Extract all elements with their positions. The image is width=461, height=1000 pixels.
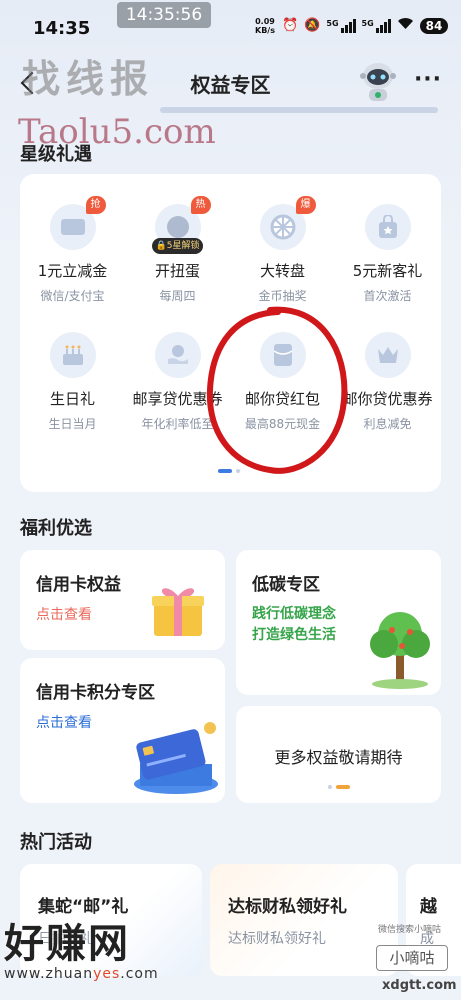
hot-badge: 热 [190, 196, 211, 214]
watermark-site: xdgtt.com [382, 978, 457, 993]
more-rights-card: 更多权益敬请期待 [236, 706, 441, 803]
credit-card-rights-card[interactable]: 信用卡权益 点击查看 [20, 550, 225, 650]
section-title-welfare: 福利优选 [20, 518, 92, 539]
alarm-icon: ⏰ [282, 18, 299, 33]
hot-activity-card-wealth[interactable]: 达标财私领好礼 达标财私领好礼 [210, 864, 398, 976]
gift-box-icon [152, 588, 204, 636]
robot-assistant-icon[interactable] [358, 60, 398, 104]
status-time: 14:35 [33, 18, 91, 39]
grid-item-wheel[interactable]: 爆 大转盘 金币抽奖 [230, 196, 335, 304]
grid-item-birthday-gift[interactable]: 生日礼 生日当月 [20, 332, 125, 432]
cake-icon [49, 332, 96, 378]
grab-badge: 抢 [85, 196, 106, 214]
watermark-bottom: 好赚网 www.zhuanyes.com [4, 921, 159, 982]
credit-card-points-card[interactable]: 信用卡积分专区 点击查看 [20, 658, 225, 803]
lock-icon: 🔒 [155, 241, 167, 251]
coupon-icon: 抢 [49, 196, 106, 250]
grid-item-youni-loan-coupon[interactable]: 邮你贷优惠券 利息减免 [335, 332, 440, 432]
view-link[interactable]: 点击查看 [36, 604, 92, 624]
watermark-small: 微信搜索小嘀咕 [378, 925, 442, 935]
grid-item-gacha[interactable]: 热 🔒5星解锁 开扭蛋 每周四 [125, 196, 230, 304]
watermark-taolu: Taolu5.com [18, 112, 216, 152]
bank-card-icon [134, 722, 218, 794]
lock-tag: 🔒5星解锁 [151, 238, 204, 254]
gacha-machine-icon: 热 🔒5星解锁 [151, 196, 211, 254]
section-title-hot: 热门活动 [20, 832, 92, 853]
gift-bag-icon [364, 204, 411, 250]
more-menu-button[interactable]: ··· [412, 68, 444, 96]
hand-coin-icon [154, 332, 201, 378]
watermark-top: 找线报 [22, 57, 155, 101]
recording-time-overlay: 14:35:56 [117, 2, 211, 28]
watermark-xiaodigu: 小嘀咕 [376, 945, 448, 971]
mute-icon: 🔕 [304, 18, 321, 33]
grid-item-instant-discount[interactable]: 抢 1元立减金 微信/支付宝 [20, 196, 125, 304]
status-icons: ⏰ 🔕 5G 5G 84 [282, 17, 449, 34]
wifi-icon [397, 17, 414, 34]
crown-icon [364, 332, 411, 378]
battery-icon: 84 [419, 17, 449, 34]
signal-icon: 5G [326, 18, 356, 33]
view-link[interactable]: 点击查看 [36, 712, 92, 732]
red-annotation-circle [206, 306, 348, 474]
boom-badge: 爆 [295, 196, 316, 214]
grid-item-new-customer-gift[interactable]: 5元新客礼 首次激活 [335, 204, 440, 304]
tree-icon [370, 612, 430, 689]
spin-wheel-icon: 爆 [259, 196, 316, 250]
low-carbon-card[interactable]: 低碳专区 践行低碳理念 打造绿色生活 [236, 550, 441, 695]
carousel-indicator [328, 785, 350, 789]
network-speed: 0.09 KB/s [255, 17, 275, 35]
signal-icon: 5G [362, 18, 391, 33]
